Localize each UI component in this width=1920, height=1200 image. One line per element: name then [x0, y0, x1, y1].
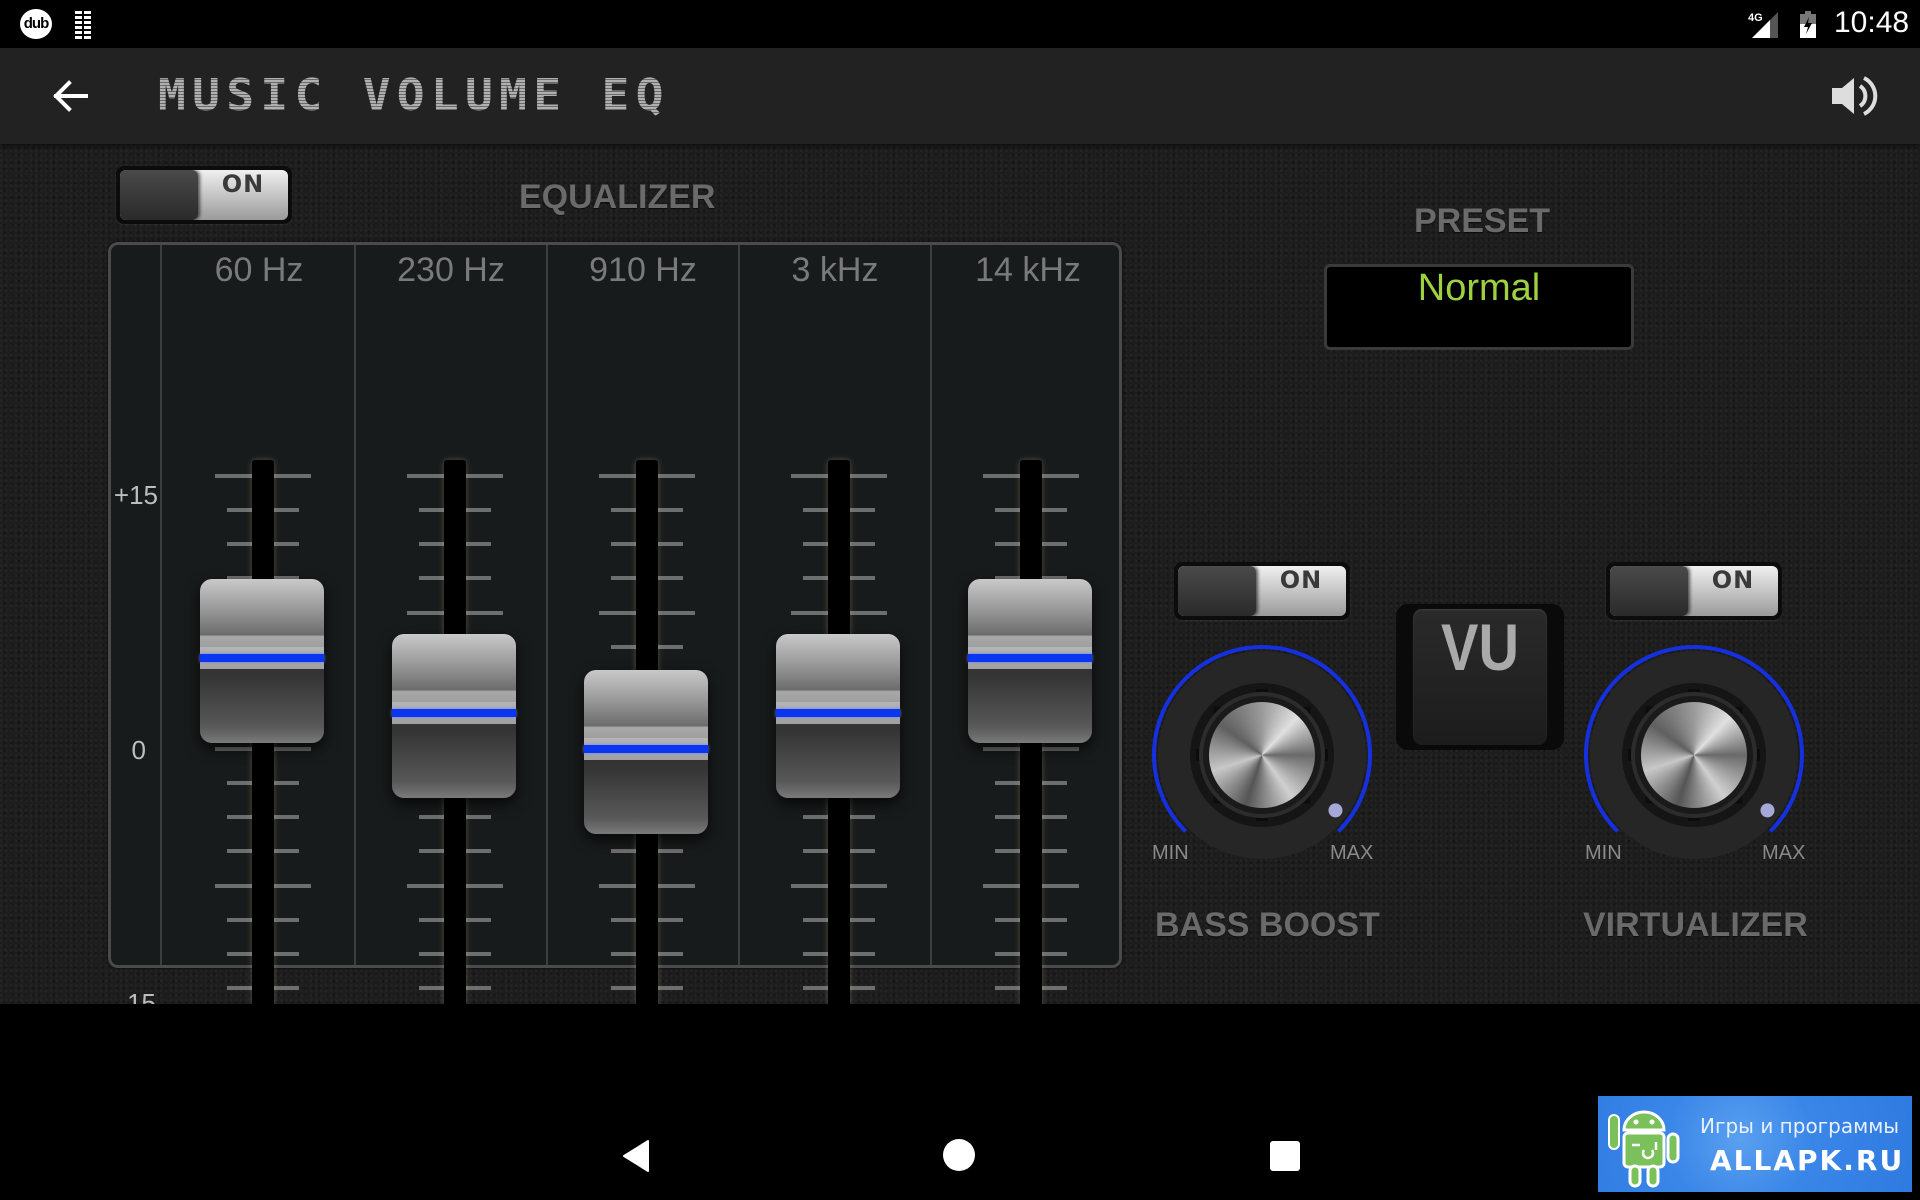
eq-slider-handle[interactable]: [200, 579, 324, 743]
knob-indicator-dot: [1760, 803, 1775, 818]
ad-banner[interactable]: Игры и программы ALLAPK.RU: [1598, 1096, 1912, 1192]
virtualizer-max-label: MAX: [1762, 842, 1806, 864]
clock: 10:48: [1834, 6, 1910, 39]
toggle-thumb: [120, 170, 198, 220]
signal-4g-icon: 4G: [1748, 12, 1778, 38]
ad-tagline: Игры и программы: [1700, 1114, 1900, 1138]
knob-notch: [1298, 791, 1311, 804]
knob-notch: [1256, 809, 1268, 821]
eq-slider-track[interactable]: [252, 460, 274, 1040]
eq-band-label: 14 kHz: [975, 251, 1081, 289]
nav-back-icon: [623, 1140, 649, 1172]
app-title: MUSIC VOLUME EQ: [158, 70, 670, 121]
knob-notch: [1256, 689, 1268, 701]
virtualizer-min-label: MIN: [1585, 842, 1622, 864]
knob-notch: [1645, 791, 1658, 804]
equalizer-toggle[interactable]: ON: [116, 166, 292, 224]
toggle-label: ON: [1279, 566, 1323, 594]
knob-notch: [1688, 809, 1700, 821]
vu-meter-button[interactable]: VU: [1396, 604, 1564, 750]
eq-band-label: 3 kHz: [791, 251, 879, 289]
toggle-thumb: [1178, 566, 1256, 616]
main-panel: ON EQUALIZER +15 0 -15 60 Hz 230 Hz 910 Hz…: [0, 144, 1920, 1040]
db-scale: +15 0 -15: [111, 245, 162, 1018]
knob-notch: [1628, 749, 1640, 761]
virtualizer-knob[interactable]: [1579, 640, 1809, 870]
preset-title: PRESET: [1414, 202, 1551, 240]
dub-icon: dub: [20, 9, 52, 39]
eq-band-label: 60 Hz: [214, 251, 304, 289]
eq-band: 14 kHz: [932, 245, 1124, 1040]
svg-text:4G: 4G: [1748, 12, 1763, 24]
android-robot-icon: [1608, 1110, 1680, 1188]
virtualizer-toggle[interactable]: ON: [1606, 562, 1782, 620]
knob-notch: [1730, 706, 1743, 719]
back-button[interactable]: [46, 74, 94, 118]
eq-band: 3 kHz: [740, 245, 932, 1040]
nav-back-button[interactable]: [620, 1139, 654, 1173]
knob-notch: [1196, 749, 1208, 761]
knob-notch: [1213, 791, 1226, 804]
eq-band-label: 910 Hz: [589, 251, 697, 289]
knob-cap: [1641, 702, 1747, 808]
knob-notch: [1688, 689, 1700, 701]
equalizer-status-icon: [75, 11, 93, 39]
knob-notch: [1316, 749, 1328, 761]
toggle-label: ON: [1711, 566, 1755, 594]
bass-boost-min-label: MIN: [1152, 842, 1189, 864]
status-bar: dub 4G 10:48: [0, 0, 1920, 48]
knob-indicator-dot: [1328, 803, 1343, 818]
scale-label-zero: 0: [131, 735, 146, 765]
eq-slider-handle[interactable]: [584, 670, 708, 834]
eq-slider-track[interactable]: [1020, 460, 1042, 1040]
eq-band: 910 Hz: [548, 245, 740, 1040]
equalizer-panel: +15 0 -15 60 Hz 230 Hz 910 Hz 3 kHz 14 kHz: [108, 242, 1124, 1040]
bass-boost-title: BASS BOOST: [1155, 906, 1380, 944]
toggle-thumb: [1610, 566, 1688, 616]
eq-slider-handle[interactable]: [968, 579, 1092, 743]
eq-band: 230 Hz: [356, 245, 548, 1040]
eq-slider-handle[interactable]: [392, 633, 516, 798]
knob-notch: [1748, 749, 1760, 761]
bass-boost-max-label: MAX: [1330, 842, 1374, 864]
virtualizer-title: VIRTUALIZER: [1583, 906, 1808, 944]
preset-selector[interactable]: Normal: [1324, 264, 1634, 350]
eq-band-label: 230 Hz: [397, 251, 505, 289]
knob-notch: [1298, 706, 1311, 719]
ad-site-name: ALLAPK.RU: [1710, 1144, 1905, 1177]
battery-charging-icon: [1800, 11, 1816, 38]
toggle-label: ON: [221, 170, 265, 198]
bass-boost-toggle[interactable]: ON: [1174, 562, 1350, 620]
eq-slider-handle[interactable]: [776, 633, 900, 798]
arrow-back-icon: [53, 80, 88, 112]
knob-cap: [1209, 702, 1315, 808]
volume-button[interactable]: [1830, 72, 1880, 120]
bass-boost-knob[interactable]: [1147, 640, 1377, 870]
equalizer-title: EQUALIZER: [519, 178, 716, 216]
nav-home-button[interactable]: [943, 1139, 975, 1171]
app-bar: MUSIC VOLUME EQ: [0, 48, 1920, 144]
scale-label-max: +15: [113, 480, 158, 510]
nav-recents-button[interactable]: [1270, 1141, 1300, 1171]
volume-icon: [1832, 76, 1878, 116]
knob-notch: [1730, 791, 1743, 804]
eq-band: 60 Hz: [164, 245, 356, 1040]
vu-label: VU: [1412, 609, 1548, 745]
